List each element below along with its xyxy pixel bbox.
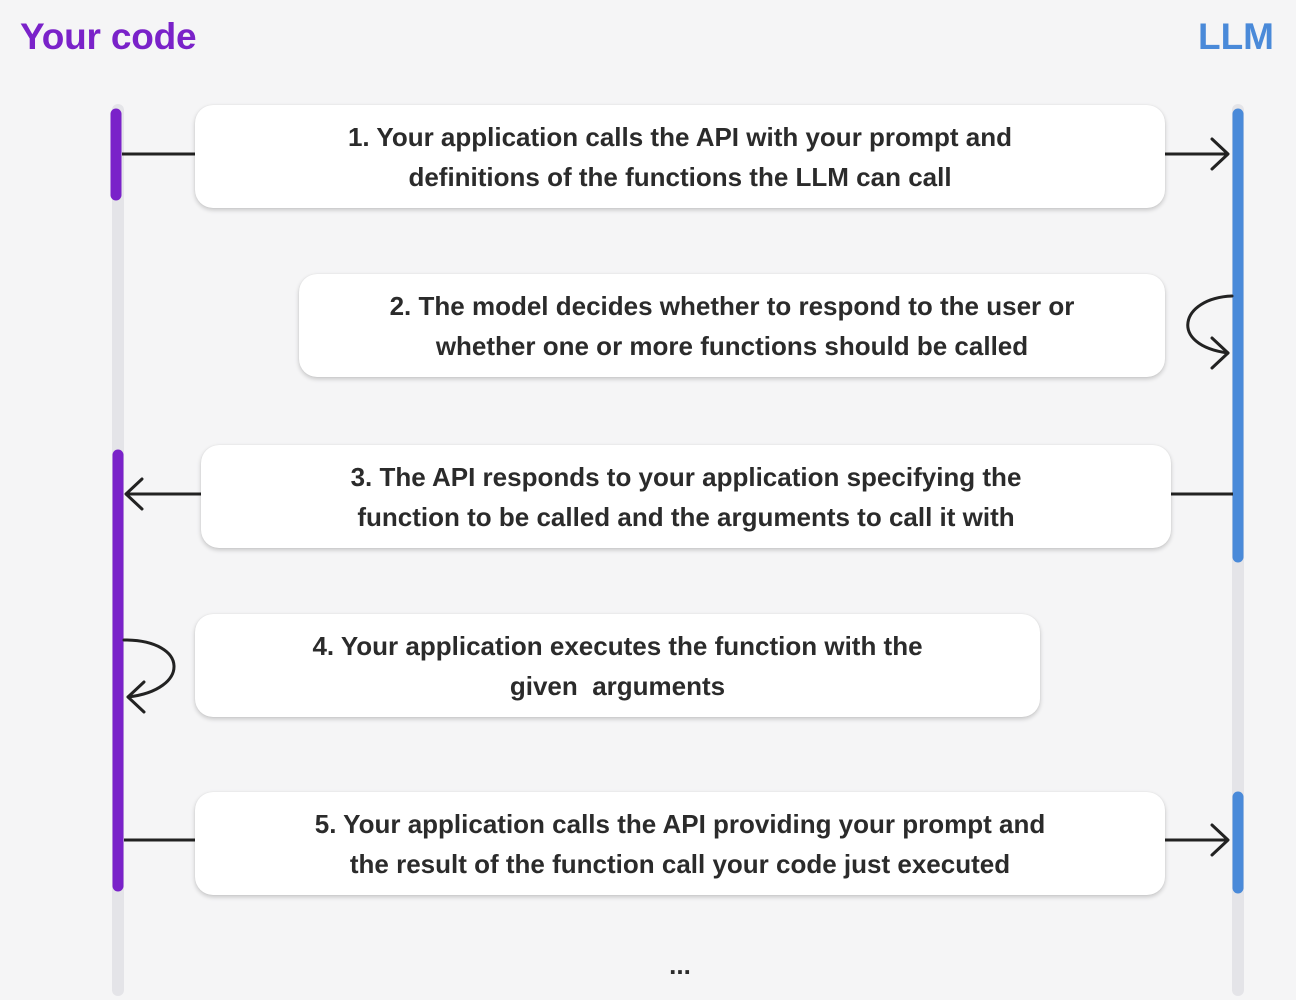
- step-4-self-loop-arrow: [122, 638, 176, 699]
- llm-title: LLM: [1197, 16, 1274, 57]
- step-5-card: 5. Your application calls the API provid…: [195, 792, 1165, 895]
- sequence-diagram: Your code LLM 1. Your application calls …: [0, 0, 1296, 1000]
- continuation-ellipsis: ...: [669, 950, 691, 980]
- step-2-self-loop-arrow: [1186, 294, 1234, 355]
- step-3-card: 3. The API responds to your application …: [201, 445, 1171, 548]
- step-5-text-line-2: the result of the function call your cod…: [349, 848, 1011, 879]
- step-1-card: 1. Your application calls the API with y…: [195, 105, 1165, 208]
- step-4-card: 4. Your application executes the functio…: [195, 614, 1040, 717]
- step-2-card: 2. The model decides whether to respond …: [299, 274, 1165, 377]
- step-3-text-line-2: function to be called and the arguments …: [357, 501, 1015, 532]
- step-5-text-line-1: 5. Your application calls the API provid…: [314, 808, 1046, 839]
- step-4-text-line-2: given arguments: [509, 670, 726, 701]
- step-2-text-line-2: whether one or more functions should be …: [435, 330, 1029, 361]
- step-3-text-line-1: 3. The API responds to your application …: [350, 461, 1022, 492]
- step-1-text-line-2: definitions of the functions the LLM can…: [408, 161, 952, 192]
- step-2-text-line-1: 2. The model decides whether to respond …: [389, 290, 1075, 321]
- step-4-text-line-1: 4. Your application executes the functio…: [312, 630, 923, 661]
- your-code-title: Your code: [20, 16, 197, 57]
- step-1-text-line-1: 1. Your application calls the API with y…: [347, 121, 1013, 152]
